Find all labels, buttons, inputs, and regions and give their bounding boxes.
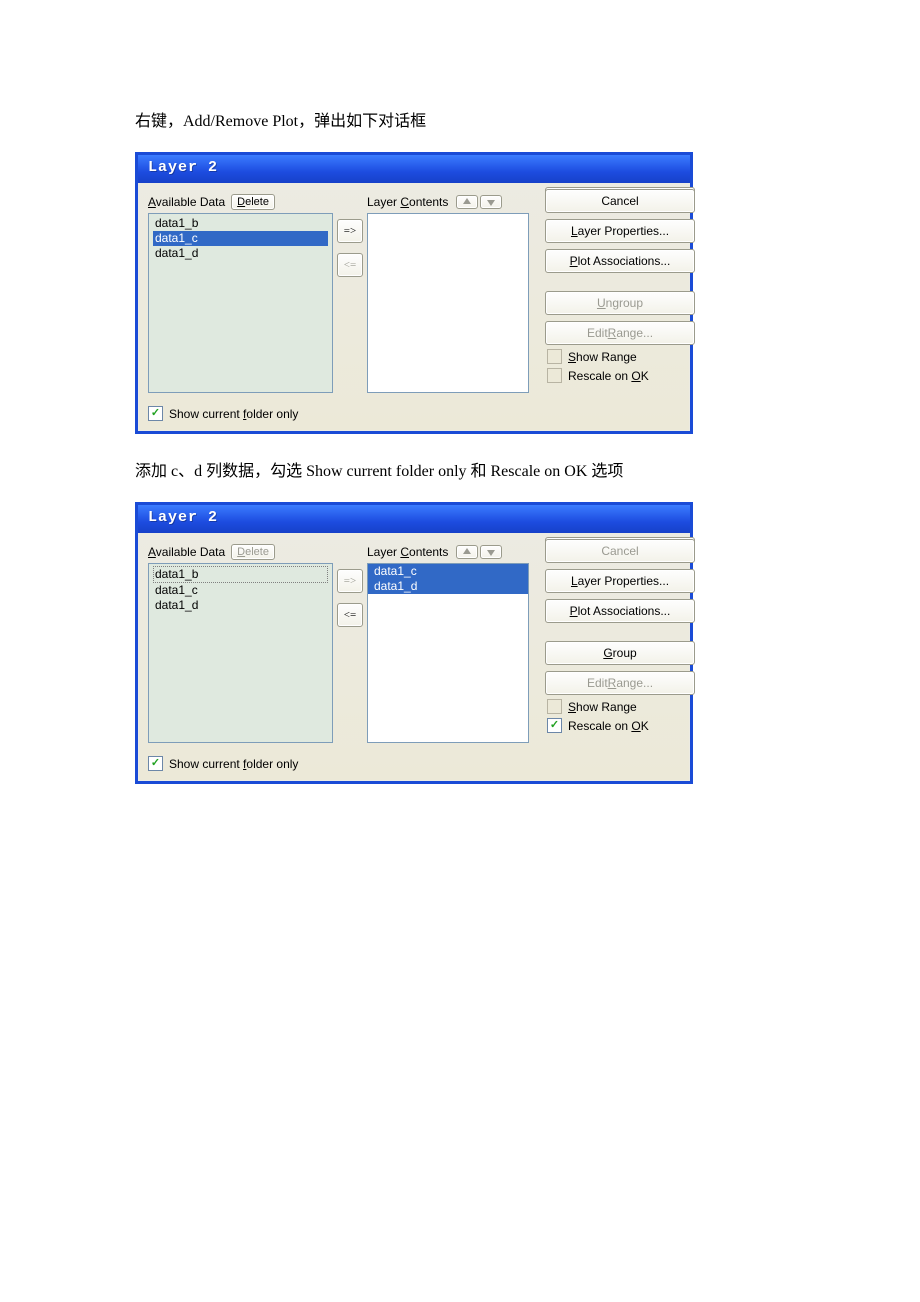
move-down-button[interactable] xyxy=(480,195,502,209)
remove-from-layer-button[interactable]: <= xyxy=(337,603,363,627)
layer-contents-label: Layer Contents xyxy=(367,545,448,559)
caption-text-1: 右键，Add/Remove Plot，弹出如下对话框 xyxy=(135,110,785,134)
layer-contents-label: Layer Contents xyxy=(367,195,448,209)
edit-range-button[interactable]: Edit Range... xyxy=(545,321,695,345)
checkbox-icon: ✓ xyxy=(148,406,163,421)
checkbox-icon xyxy=(547,699,562,714)
list-item[interactable]: data1_c xyxy=(368,564,528,579)
checkbox-icon xyxy=(547,368,562,383)
available-data-list[interactable]: data1_b data1_c data1_d xyxy=(148,563,333,743)
layer-properties-button[interactable]: Layer Properties... xyxy=(545,569,695,593)
list-item[interactable]: data1_c xyxy=(153,583,328,598)
caption-text-2: 添加 c、d 列数据，勾选 Show current folder only 和… xyxy=(135,460,785,484)
show-current-folder-check[interactable]: Show current folder only xyxy=(169,407,298,421)
rescale-on-ok-check[interactable]: Rescale on OK xyxy=(545,368,688,383)
list-item[interactable]: data1_d xyxy=(153,246,328,261)
show-range-check[interactable]: Show Range xyxy=(545,699,688,714)
list-item[interactable]: data1_d xyxy=(368,579,528,594)
layer-contents-list[interactable]: data1_c data1_d xyxy=(367,563,529,743)
list-item[interactable]: data1_c xyxy=(153,231,328,246)
list-item[interactable]: data1_d xyxy=(153,598,328,613)
available-data-label: Available Data xyxy=(148,195,225,209)
list-item[interactable]: data1_b xyxy=(153,566,328,583)
titlebar: Layer 2 xyxy=(138,505,690,533)
layer-properties-button[interactable]: Layer Properties... xyxy=(545,219,695,243)
group-button[interactable]: Group xyxy=(545,641,695,665)
list-item[interactable]: data1_b xyxy=(153,216,328,231)
rescale-on-ok-check[interactable]: ✓ Rescale on OK xyxy=(545,718,688,733)
move-down-button[interactable] xyxy=(480,545,502,559)
cancel-button[interactable]: Cancel xyxy=(545,539,695,563)
checkbox-icon: ✓ xyxy=(148,756,163,771)
show-current-folder-check[interactable]: Show current folder only xyxy=(169,757,298,771)
remove-from-layer-button[interactable]: <= xyxy=(337,253,363,277)
plot-associations-button[interactable]: Plot Associations... xyxy=(545,249,695,273)
layer-contents-list[interactable] xyxy=(367,213,529,393)
available-data-list[interactable]: data1_b data1_c data1_d xyxy=(148,213,333,393)
cancel-button[interactable]: Cancel xyxy=(545,189,695,213)
delete-button[interactable]: Delete xyxy=(231,194,275,210)
move-up-button[interactable] xyxy=(456,545,478,559)
move-up-button[interactable] xyxy=(456,195,478,209)
edit-range-button[interactable]: Edit Range... xyxy=(545,671,695,695)
layer-dialog-2: Layer 2 Available Data Delete Layer Cont… xyxy=(135,502,693,784)
checkbox-icon xyxy=(547,349,562,364)
show-range-check[interactable]: Show Range xyxy=(545,349,688,364)
delete-button[interactable]: Delete xyxy=(231,544,275,560)
add-to-layer-button[interactable]: => xyxy=(337,569,363,593)
add-to-layer-button[interactable]: => xyxy=(337,219,363,243)
titlebar: Layer 2 xyxy=(138,155,690,183)
available-data-label: Available Data xyxy=(148,545,225,559)
checkbox-icon: ✓ xyxy=(547,718,562,733)
plot-associations-button[interactable]: Plot Associations... xyxy=(545,599,695,623)
ungroup-button[interactable]: Ungroup xyxy=(545,291,695,315)
layer-dialog-1: Layer 2 Available Data Delete Layer Cont… xyxy=(135,152,693,434)
